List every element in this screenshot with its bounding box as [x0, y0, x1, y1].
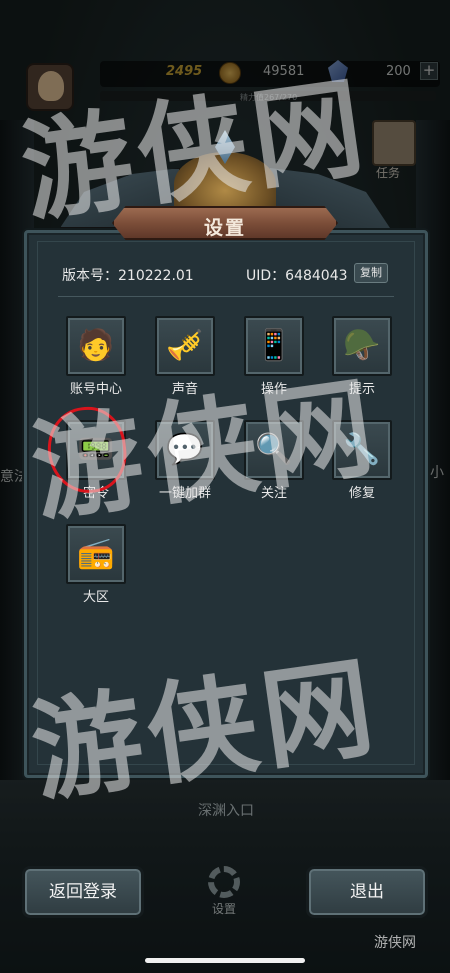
tile-box: 💬 — [155, 420, 215, 480]
divider — [58, 296, 394, 297]
gear-icon — [208, 866, 240, 898]
copy-uid-button[interactable]: 复制 — [354, 263, 388, 283]
tile-label: 大区 — [82, 590, 109, 605]
tile-label: 操作 — [260, 382, 287, 397]
account-icon: 🧑 — [77, 328, 115, 363]
tile-label: 账号中心 — [69, 382, 122, 397]
tile-label: 关注 — [260, 486, 287, 501]
watermark-small: 游侠网 — [374, 935, 416, 951]
tile-account-center[interactable]: 🧑 账号中心 — [54, 316, 138, 408]
exit-button[interactable]: 退出 — [306, 866, 428, 918]
tile-box: 🔧 — [332, 420, 392, 480]
tile-repair[interactable]: 🔧 修复 — [320, 420, 404, 512]
chat-bubble-icon: 💬 — [166, 432, 204, 467]
tile-controls[interactable]: 📱 操作 — [232, 316, 316, 408]
tile-follow[interactable]: 🔍 关注 — [232, 420, 316, 512]
version-number: 版本号：210222.01 — [62, 268, 194, 284]
tile-box: 🪖 — [332, 316, 392, 376]
tile-label: 一键加群 — [158, 486, 211, 501]
info-row: 版本号：210222.01 UID：6484043 复制 — [62, 263, 394, 285]
tile-box: 🎺 — [155, 316, 215, 376]
tile-server-region[interactable]: 📻 大区 — [54, 524, 138, 616]
tile-label: 修复 — [348, 486, 375, 501]
settings-gear-button[interactable]: 设置 — [196, 866, 252, 922]
tile-label: 提示 — [348, 382, 375, 397]
tile-hints[interactable]: 🪖 提示 — [320, 316, 404, 408]
helmet-icon: 🪖 — [343, 328, 381, 363]
tools-icon: 🔧 — [343, 432, 381, 467]
tile-box: 📱 — [244, 316, 304, 376]
tile-label: 声音 — [171, 382, 198, 397]
tile-sound[interactable]: 🎺 声音 — [143, 316, 227, 408]
gear-label: 设置 — [211, 902, 236, 916]
tile-box: 📻 — [66, 524, 126, 584]
home-indicator[interactable] — [145, 958, 305, 963]
user-id: UID：6484043 — [246, 268, 348, 284]
radio-set-icon: 📻 — [77, 536, 115, 571]
tile-box: 🔍 — [244, 420, 304, 480]
tile-box: 🧑 — [66, 316, 126, 376]
dialog-title: 设置 — [203, 217, 246, 239]
tile-join-group[interactable]: 💬 一键加群 — [143, 420, 227, 512]
back-to-login-button[interactable]: 返回登录 — [22, 866, 144, 918]
dialog-title-plate: 设置 — [112, 206, 338, 240]
gramophone-icon: 🎺 — [166, 328, 204, 363]
phone-touch-icon: 📱 — [255, 328, 293, 363]
abyss-entrance-label: 深渊入口 — [198, 803, 254, 819]
magnifier-icon: 🔍 — [255, 432, 293, 467]
